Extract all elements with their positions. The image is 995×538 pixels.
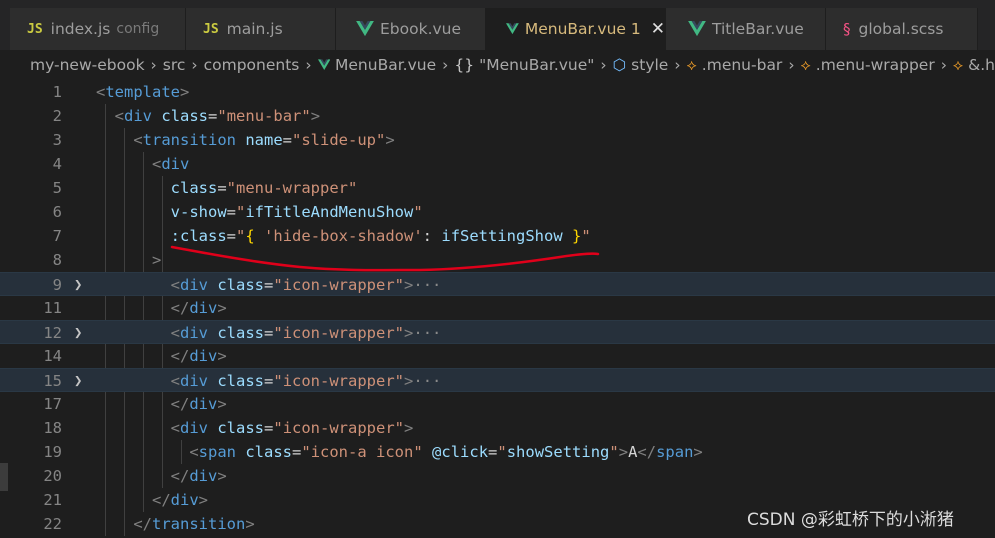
line-number: 15 [43,372,62,390]
code-line: 3 <transition name="slide-up"> [0,128,995,152]
code-line: 15 ❯ <div class="icon-wrapper">··· [0,368,995,392]
line-number: 14 [43,347,62,365]
tab-index-js[interactable]: JS index.js config [10,8,186,50]
tab-ebook-vue[interactable]: Ebook.vue [336,8,486,50]
code-line: 8 > [0,248,995,272]
code-line: 6 v-show="ifTitleAndMenuShow" [0,200,995,224]
line-number: 2 [52,107,62,125]
vue-icon [506,23,519,35]
class-icon: ⟡ [686,55,697,74]
breadcrumb-style[interactable]: style [631,56,668,74]
line-number: 6 [52,203,62,221]
line-number: 8 [52,251,62,269]
editor-tab-bar: JS index.js config JS main.js Ebook.vue … [0,0,995,50]
cube-icon: ⬡ [612,56,627,74]
breadcrumb: my-new-ebook › src › components › MenuBa… [0,50,995,80]
vue-icon [356,21,374,37]
class-icon: ⟡ [800,55,811,74]
line-number: 19 [43,443,62,461]
chevron-right-icon: › [305,56,312,74]
code-line: 4 <div [0,152,995,176]
code-line: 19 <span class="icon-a icon" @click="sho… [0,440,995,464]
breadcrumb-components[interactable]: components [204,56,300,74]
line-number: 3 [52,131,62,149]
chevron-right-icon: › [940,56,947,74]
chevron-right-icon[interactable]: ❯ [74,369,82,393]
code-line: 9 ❯ <div class="icon-wrapper">··· [0,272,995,296]
class-icon: ⟡ [952,55,964,74]
breadcrumb-menu-bar[interactable]: .menu-bar [702,56,783,74]
tab-label: global.scss [858,20,944,38]
tab-label: Ebook.vue [380,20,462,38]
breadcrumb-menu-wrapper[interactable]: .menu-wrapper [816,56,935,74]
breadcrumb-project[interactable]: my-new-ebook [30,56,145,74]
vue-icon [688,21,706,37]
code-line: 1 <template> [0,80,995,104]
watermark: CSDN @彩虹桥下的小淅猪 [747,510,954,530]
tab-menubar-vue[interactable]: MenuBar.vue 1 ✕ [486,8,666,50]
tab-label: TitleBar.vue [712,20,804,38]
breadcrumb-symbol[interactable]: "MenuBar.vue" [479,56,594,74]
breadcrumb-file[interactable]: MenuBar.vue [335,56,436,74]
chevron-right-icon: › [191,56,198,74]
breadcrumb-src[interactable]: src [163,56,186,74]
line-number: 4 [52,155,62,173]
tab-titlebar-vue[interactable]: TitleBar.vue [666,8,826,50]
chevron-right-icon: › [150,56,157,74]
tab-label: main.js [226,20,283,38]
line-number: 1 [52,83,62,101]
code-line: 20 </div> [0,464,995,488]
line-number: 12 [43,324,62,342]
chevron-right-icon: › [600,56,607,74]
tab-global-scss[interactable]: § global.scss [826,8,978,50]
line-number: 22 [43,515,62,533]
scroll-marker [0,463,8,491]
braces-icon: {} [454,56,475,74]
line-number: 21 [43,491,62,509]
vue-icon [317,59,331,70]
tab-main-js[interactable]: JS main.js [186,8,336,50]
close-icon[interactable]: ✕ [651,19,665,39]
code-line: 2 <div class="menu-bar"> [0,104,995,128]
line-number: 18 [43,419,62,437]
code-line: 5 class="menu-wrapper" [0,176,995,200]
line-number: 20 [43,467,62,485]
line-number: 5 [52,179,62,197]
scss-icon: § [843,20,851,38]
js-icon: JS [203,21,219,37]
code-line: 12 ❯ <div class="icon-wrapper">··· [0,320,995,344]
code-line: 7 :class="{ 'hide-box-shadow': ifSetting… [0,224,995,248]
js-icon: JS [27,21,43,37]
chevron-right-icon: › [442,56,449,74]
tab-description: config [116,21,160,37]
chevron-right-icon: › [788,56,795,74]
breadcrumb-h[interactable]: &.h [968,56,995,74]
tab-label: MenuBar.vue 1 [524,20,641,38]
line-number: 17 [43,395,62,413]
line-number: 9 [52,276,62,294]
line-number: 7 [52,227,62,245]
chevron-right-icon[interactable]: ❯ [74,321,82,345]
code-editor[interactable]: 1 <template> 2 <div class="menu-bar"> 3 <… [0,80,995,538]
chevron-right-icon: › [674,56,681,74]
code-line: 14 </div> [0,344,995,368]
code-line: 17 </div> [0,392,995,416]
code-line: 18 <div class="icon-wrapper"> [0,416,995,440]
tab-label: index.js [50,20,111,38]
line-number: 11 [43,299,62,317]
chevron-right-icon[interactable]: ❯ [74,273,82,297]
code-line: 11 </div> [0,296,995,320]
